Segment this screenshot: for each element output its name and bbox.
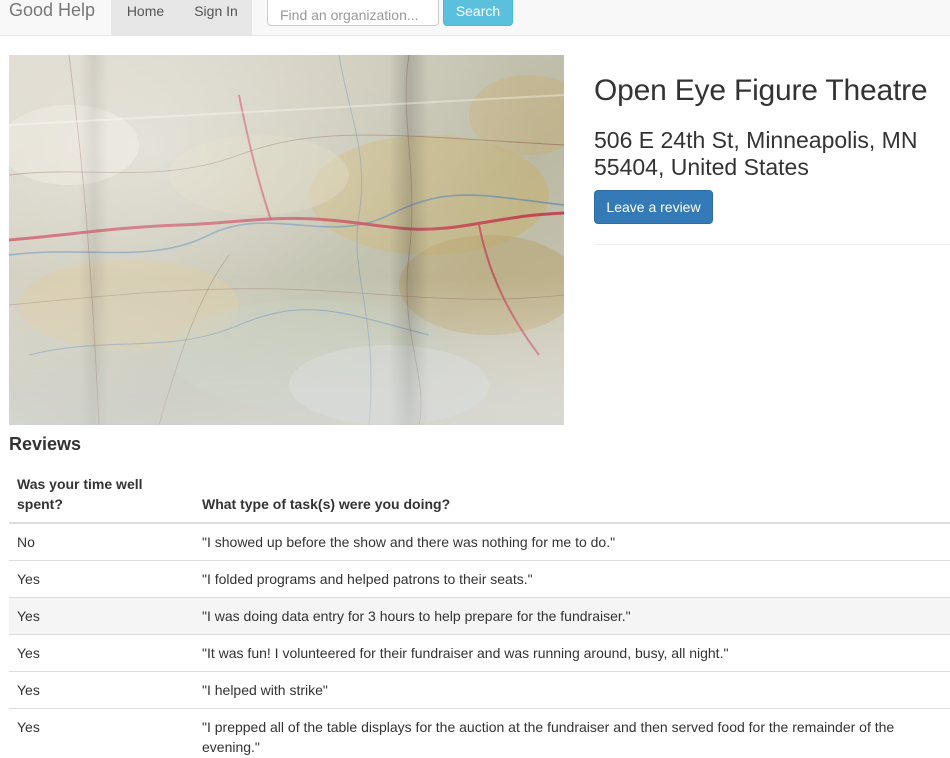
reviews-heading: Reviews	[9, 434, 82, 454]
search-input[interactable]: Find an organization...	[267, 0, 439, 26]
cell-time-well-spent: Yes	[9, 671, 194, 709]
cell-task: "I helped with strike"	[194, 671, 950, 709]
cell-task: "I folded programs and helped patrons to…	[194, 560, 950, 598]
cell-time-well-spent: Yes	[9, 634, 194, 672]
cell-time-well-spent: Yes	[9, 708, 194, 758]
leave-review-button[interactable]: Leave a review	[594, 190, 713, 224]
divider	[594, 244, 950, 245]
cell-task: "It was fun! I volunteered for their fun…	[194, 634, 950, 672]
cell-time-well-spent: Yes	[9, 597, 194, 635]
table-row: Yes "I was doing data entry for 3 hours …	[9, 597, 950, 635]
table-header-row: Was your time well spent? What type of t…	[9, 466, 950, 524]
search-button[interactable]: Search	[443, 0, 513, 26]
nav-item-sign-in[interactable]: Sign In	[180, 0, 252, 36]
table-row: Yes "I folded programs and helped patron…	[9, 560, 950, 598]
reviews-table: Was your time well spent? What type of t…	[9, 466, 950, 758]
brand-logo[interactable]: Good Help	[9, 0, 95, 22]
organization-image	[9, 55, 564, 425]
organization-address: 506 E 24th St, Minneapolis, MN 55404, Un…	[594, 127, 918, 180]
table-row: Yes "I prepped all of the table displays…	[9, 708, 950, 758]
map-photo	[9, 55, 564, 425]
cell-task: "I prepped all of the table displays for…	[194, 708, 950, 758]
cell-time-well-spent: No	[9, 522, 194, 561]
column-header-time-well-spent: Was your time well spent?	[9, 466, 194, 524]
cell-time-well-spent: Yes	[9, 560, 194, 598]
column-header-task-type: What type of task(s) were you doing?	[194, 466, 950, 524]
organization-name: Open Eye Figure Theatre	[594, 74, 928, 107]
table-row: No "I showed up before the show and ther…	[9, 522, 950, 561]
nav-item-home[interactable]: Home	[111, 0, 180, 36]
table-row: Yes "I helped with strike"	[9, 671, 950, 709]
navbar: Good Help Home Sign In Find an organizat…	[0, 0, 950, 36]
cell-task: "I showed up before the show and there w…	[194, 522, 950, 561]
cell-task: "I was doing data entry for 3 hours to h…	[194, 597, 950, 635]
table-row: Yes "It was fun! I volunteered for their…	[9, 634, 950, 672]
